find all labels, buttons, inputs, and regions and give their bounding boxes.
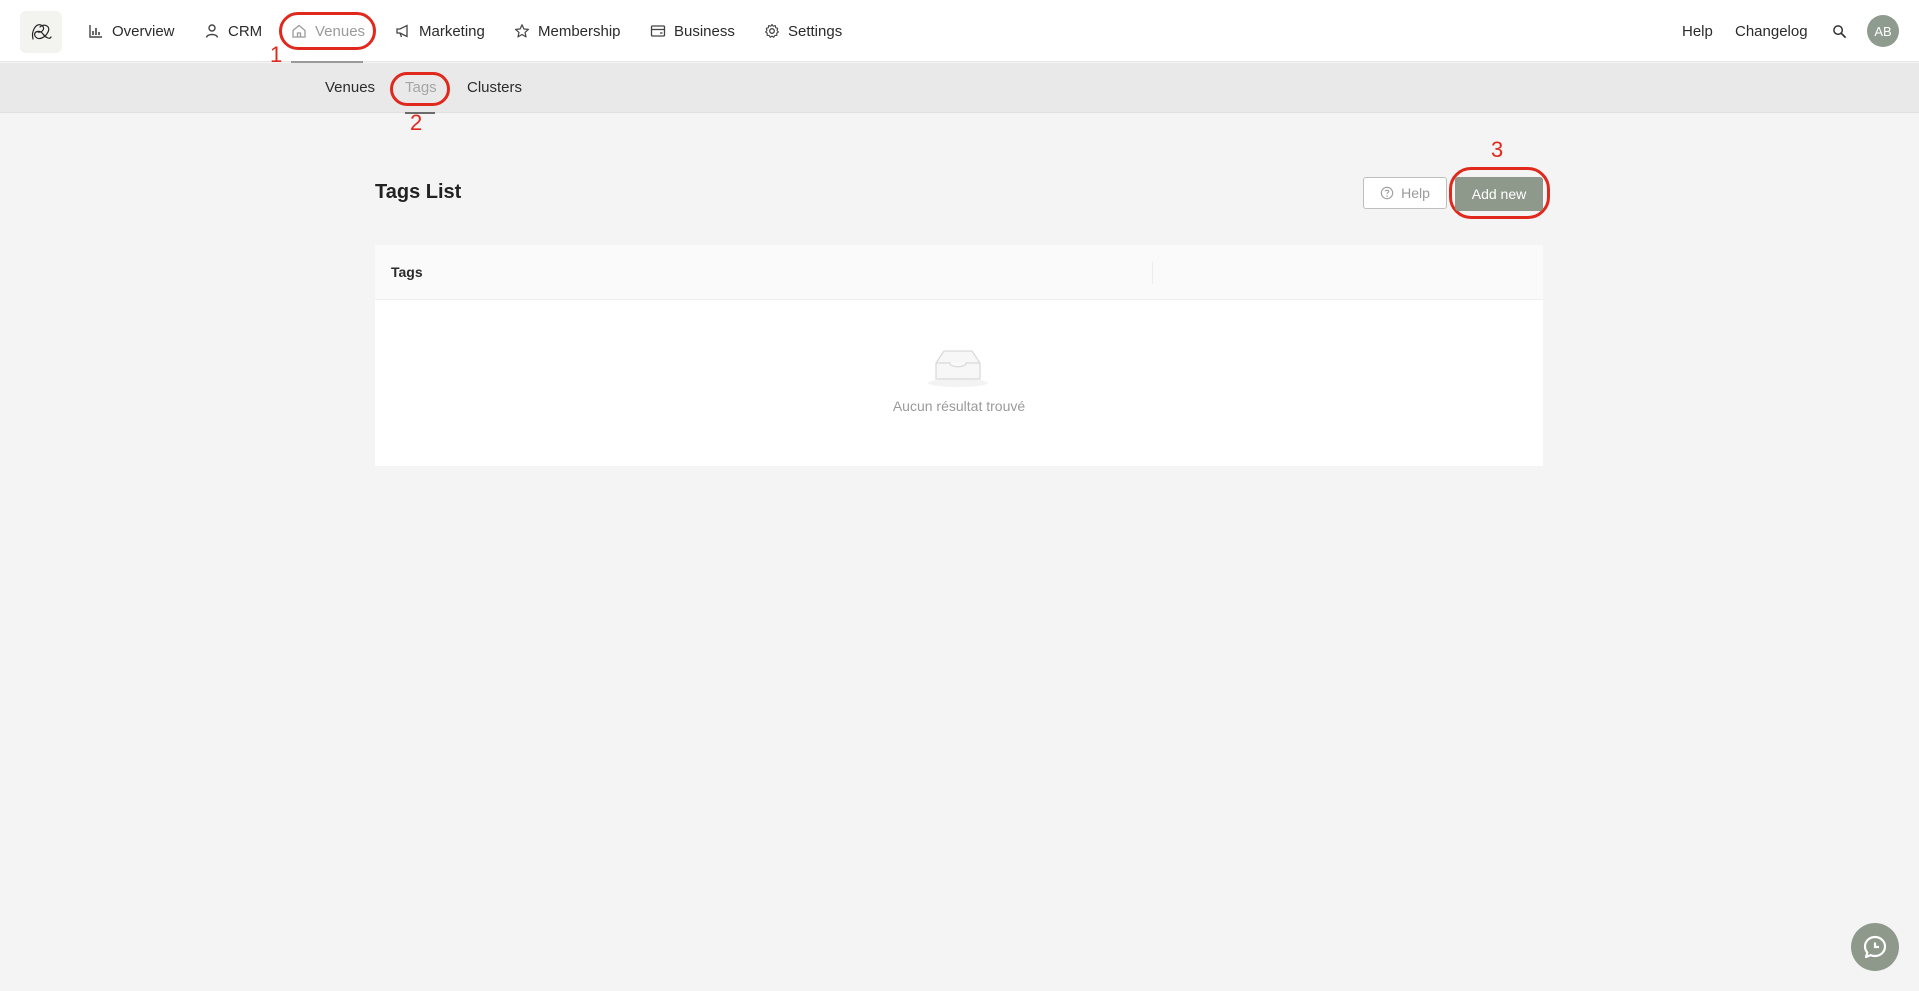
nav-item-label: Marketing <box>419 22 485 40</box>
nav-item-marketing[interactable]: Marketing <box>395 18 485 44</box>
annotation-number-3: 3 <box>1491 137 1504 162</box>
help-button-label: Help <box>1401 185 1430 201</box>
help-button[interactable]: Help <box>1363 177 1447 209</box>
top-navigation: Overview CRM Venues Marketing Membership… <box>0 0 1919 62</box>
subnav-item-clusters[interactable]: Clusters <box>467 79 522 96</box>
column-header-tags: Tags <box>391 264 423 280</box>
card-icon <box>650 25 666 37</box>
chart-icon <box>89 25 102 38</box>
search-icon <box>1833 24 1847 38</box>
nav-item-venues[interactable]: Venues <box>291 18 365 44</box>
question-circle-icon <box>1380 186 1394 200</box>
nav-item-business[interactable]: Business <box>650 18 735 44</box>
search-button[interactable] <box>1832 18 1847 44</box>
nav-item-label: Venues <box>315 22 366 40</box>
logo[interactable] <box>20 11 62 53</box>
nav-item-overview[interactable]: Overview <box>88 18 175 44</box>
nav-item-membership[interactable]: Membership <box>514 18 621 44</box>
nav-item-label: Overview <box>112 22 175 40</box>
megaphone-icon <box>396 24 408 38</box>
page-title: Tags List <box>375 181 462 203</box>
column-divider <box>1152 262 1153 284</box>
subnav-item-tags[interactable]: Tags <box>405 79 437 96</box>
logo-icon <box>31 24 52 40</box>
sub-navigation: Venues Tags Clusters <box>0 63 1919 113</box>
nav-item-crm[interactable]: CRM <box>204 18 262 44</box>
active-subnav-indicator <box>405 112 435 114</box>
tags-table: Tags Aucun résultat trouvé <box>375 245 1543 466</box>
nav-item-label: CRM <box>228 22 263 40</box>
table-header: Tags <box>375 245 1543 300</box>
chat-icon <box>1863 935 1887 959</box>
user-icon <box>205 24 219 38</box>
star-icon <box>515 24 529 38</box>
home-icon <box>292 24 306 38</box>
chat-button[interactable] <box>1851 923 1899 971</box>
subnav-item-venues[interactable]: Venues <box>325 79 375 96</box>
nav-item-settings[interactable]: Settings <box>764 18 842 44</box>
avatar[interactable]: AB <box>1867 15 1899 47</box>
nav-item-label: Settings <box>788 22 843 40</box>
gear-icon <box>765 23 779 38</box>
nav-item-label: Business <box>674 22 735 40</box>
empty-state-message: Aucun résultat trouvé <box>892 398 1026 414</box>
nav-item-label: Membership <box>538 22 621 40</box>
empty-inbox-icon <box>928 350 988 387</box>
changelog-link[interactable]: Changelog <box>1735 18 1808 44</box>
help-link[interactable]: Help <box>1682 18 1713 44</box>
add-new-button[interactable]: Add new <box>1455 177 1543 211</box>
